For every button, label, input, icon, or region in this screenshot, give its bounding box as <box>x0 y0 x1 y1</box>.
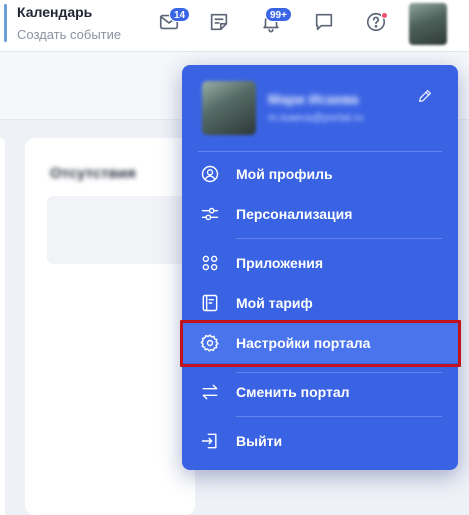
notifications-button[interactable]: 99+ <box>257 7 292 38</box>
tasks-icon <box>208 11 230 38</box>
absences-card-title: Отсутствия <box>50 165 136 182</box>
top-bar: Календарь Создать событие 14 99+ <box>0 0 469 52</box>
user-circle-icon <box>199 163 221 185</box>
menu-item-switch-portal[interactable]: Сменить портал <box>182 372 458 412</box>
switch-arrows-icon <box>199 381 221 403</box>
help-alert-dot <box>381 12 388 19</box>
notifications-badge: 99+ <box>265 7 292 22</box>
mail-button[interactable]: 14 <box>155 7 191 38</box>
create-event-link[interactable]: Создать событие <box>17 27 121 42</box>
menu-item-personalization[interactable]: Персонализация <box>182 194 458 234</box>
highlight-annotation-frame <box>180 320 461 367</box>
page-title: Календарь <box>17 4 93 20</box>
absences-card <box>25 138 195 515</box>
sliders-icon <box>199 203 221 225</box>
menu-item-my-tariff[interactable]: Мой тариф <box>182 283 458 323</box>
edit-profile-button[interactable] <box>414 87 436 109</box>
mail-badge: 14 <box>169 7 191 22</box>
menu-item-label: Выйти <box>236 433 283 449</box>
user-avatar-button[interactable] <box>409 3 447 45</box>
menu-item-label: Сменить портал <box>236 384 350 400</box>
chat-button[interactable] <box>310 10 338 38</box>
pencil-icon <box>417 88 433 109</box>
menu-item-label: Мой тариф <box>236 295 313 311</box>
help-button[interactable] <box>362 10 390 38</box>
menu-item-my-profile[interactable]: Мой профиль <box>182 154 458 194</box>
menu-item-label: Мой профиль <box>236 166 333 182</box>
title-accent-bar <box>4 4 7 42</box>
absences-card-placeholder <box>47 196 187 264</box>
logout-icon <box>199 430 221 452</box>
menu-divider <box>198 151 442 152</box>
tariff-icon <box>199 292 221 314</box>
menu-item-label: Приложения <box>236 255 324 271</box>
menu-user-name: Мари Исаева <box>268 91 359 107</box>
menu-divider <box>236 238 442 239</box>
menu-item-applications[interactable]: Приложения <box>182 243 458 283</box>
menu-item-label: Персонализация <box>236 206 353 222</box>
user-menu-dropdown: Мари Исаева m.isaeva@portal.ru Мой профи… <box>182 65 458 470</box>
chat-icon <box>313 11 335 38</box>
apps-icon <box>199 252 221 274</box>
menu-user-email: m.isaeva@portal.ru <box>268 112 364 124</box>
menu-user-avatar <box>202 81 256 135</box>
left-card-edge <box>0 138 5 515</box>
menu-item-logout[interactable]: Выйти <box>182 421 458 461</box>
tasks-button[interactable] <box>205 10 233 38</box>
menu-divider <box>236 416 442 417</box>
